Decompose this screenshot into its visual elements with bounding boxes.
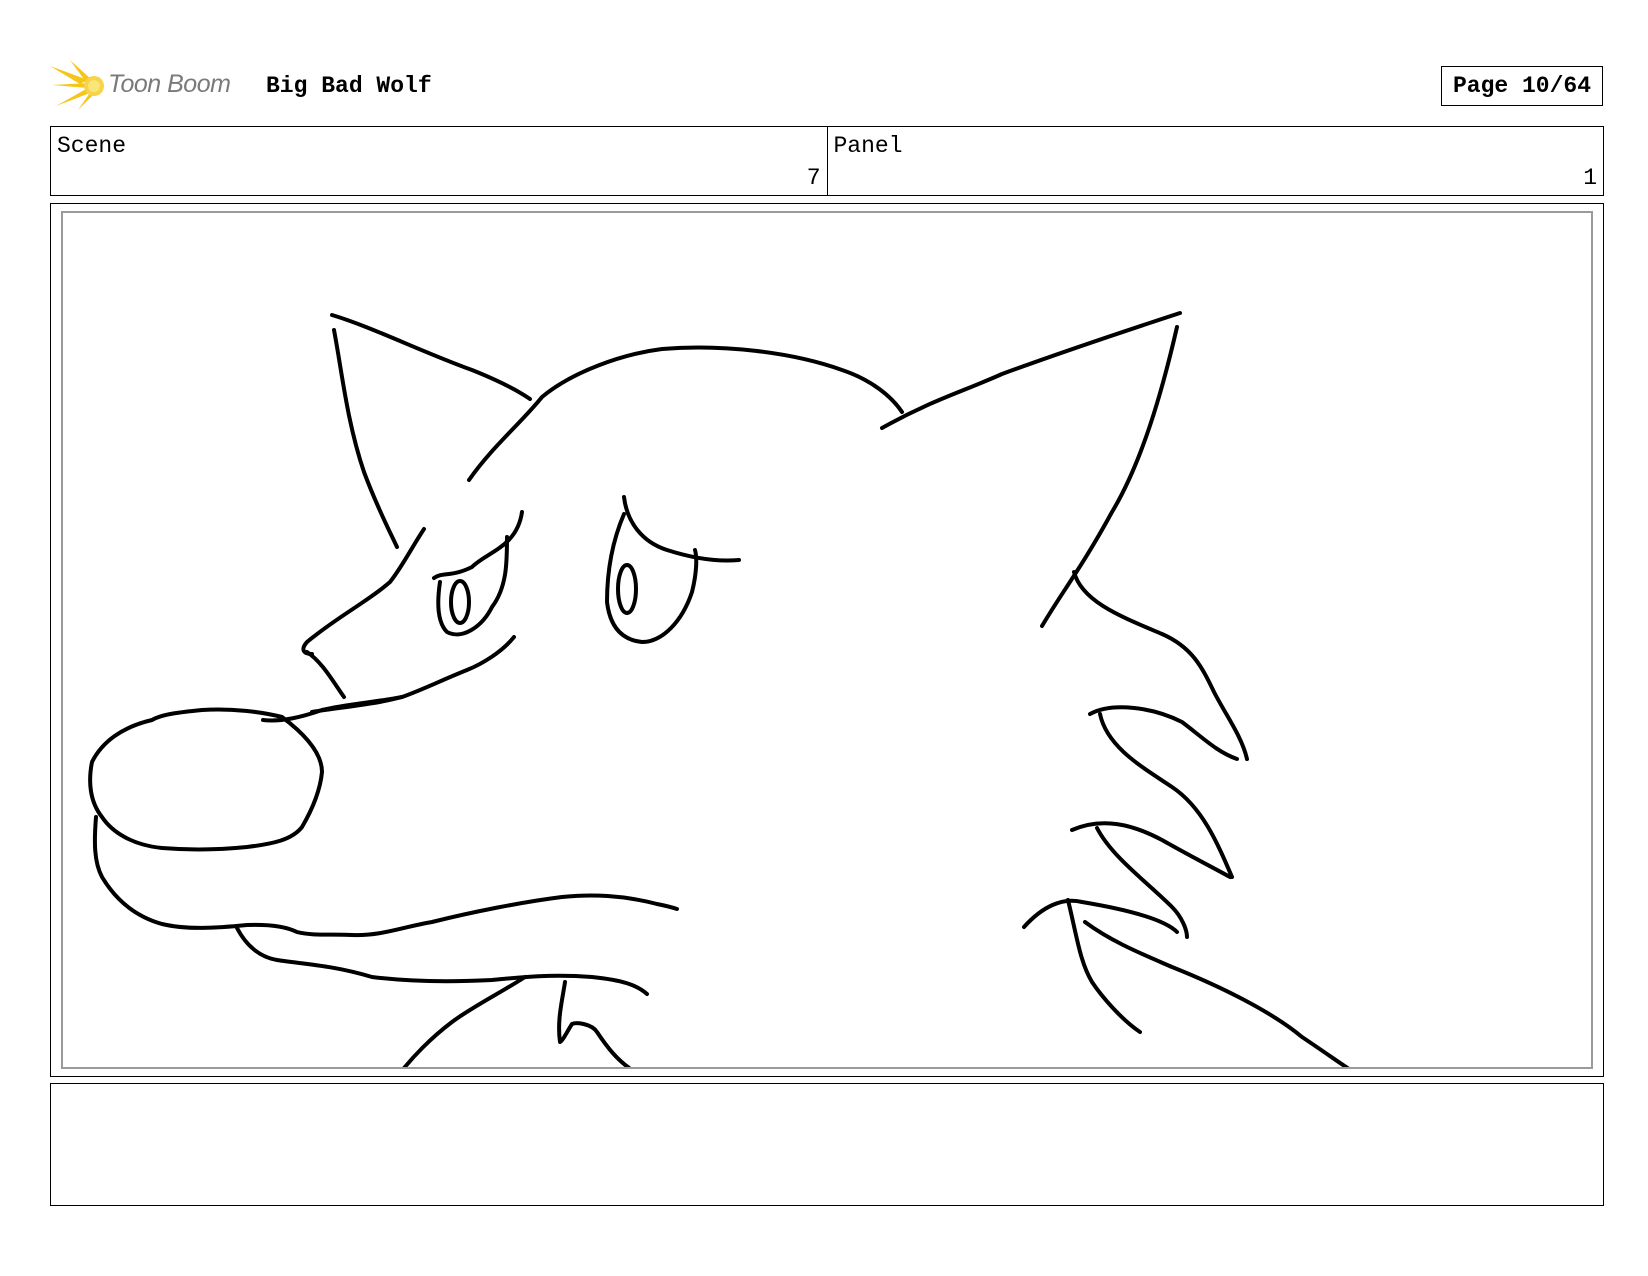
notes-box[interactable]	[50, 1083, 1604, 1206]
scene-value: 7	[806, 165, 821, 191]
project-title: Big Bad Wolf	[266, 73, 432, 99]
panel-value: 1	[1583, 165, 1597, 191]
scene-label: Scene	[57, 133, 127, 159]
page-label: Page 10/64	[1452, 73, 1592, 99]
panel-cell: Panel 1	[826, 127, 1604, 195]
scene-cell: Scene 7	[51, 127, 827, 195]
drawing-area[interactable]	[61, 211, 1593, 1069]
scene-panel-row: Scene 7 Panel 1	[50, 126, 1604, 196]
panel-label: Panel	[833, 133, 903, 159]
starburst-icon	[50, 60, 104, 110]
wolf-sketch	[88, 311, 1350, 1067]
logo-wordmark: Toon Boom	[108, 70, 231, 98]
page-indicator: Page 10/64	[1441, 66, 1603, 106]
